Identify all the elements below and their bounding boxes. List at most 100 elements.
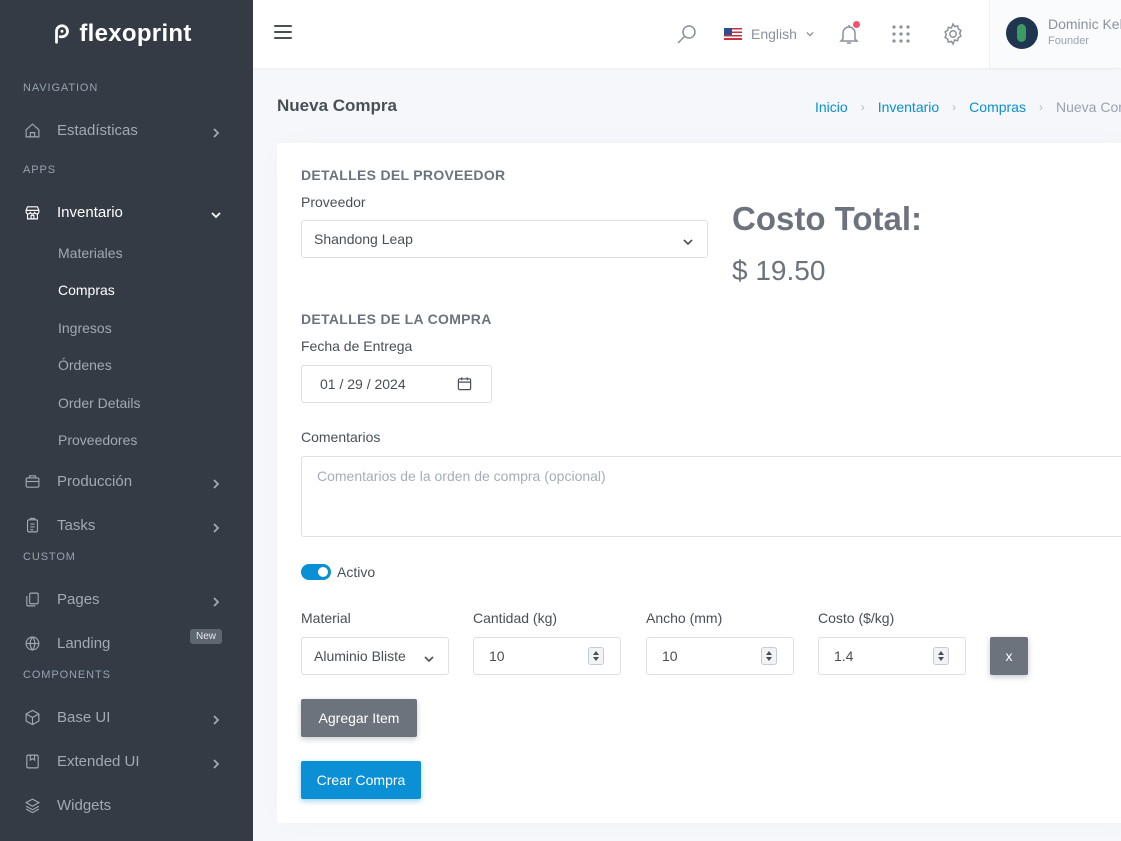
comments-textarea[interactable]: Comentarios de la orden de compra (opcio… [301, 456, 1121, 537]
calendar-icon[interactable] [457, 376, 472, 391]
cantidad-input[interactable]: 10 [473, 637, 621, 675]
chevron-down-icon [806, 31, 814, 37]
clipboard-icon [23, 516, 41, 534]
breadcrumb-compras[interactable]: Compras [969, 99, 1026, 115]
ancho-column-label: Ancho (mm) [646, 610, 723, 626]
purchase-form-card: DETALLES DEL PROVEEDOR Proveedor Shandon… [277, 143, 1121, 823]
us-flag-icon [724, 28, 742, 40]
cantidad-value: 10 [489, 648, 505, 664]
bell-icon[interactable] [837, 21, 861, 46]
comments-label: Comentarios [301, 429, 381, 445]
sidebar-subitem-materiales[interactable]: Materiales [0, 234, 253, 272]
sidebar: flexoprint NAVIGATION Estadísticas APPS … [0, 0, 253, 841]
sidebar-item-label: Base UI [57, 708, 111, 726]
remove-item-button[interactable]: x [990, 637, 1028, 675]
sidebar-item-tasks[interactable]: Tasks [0, 503, 253, 547]
logo-icon [55, 24, 70, 44]
search-icon[interactable] [675, 22, 699, 46]
sidebar-item-extended-ui[interactable]: Extended UI [0, 739, 253, 783]
chevron-down-icon [424, 651, 434, 663]
supplier-select[interactable]: Shandong Leap [301, 220, 708, 258]
ancho-input[interactable]: 10 [646, 637, 794, 675]
ancho-value: 10 [662, 648, 678, 664]
apps-grid-icon[interactable] [889, 22, 913, 46]
sidebar-item-estadisticas[interactable]: Estadísticas [0, 108, 253, 152]
sidebar-subitem-ingresos[interactable]: Ingresos [0, 309, 253, 347]
chevron-down-icon [683, 234, 693, 246]
create-purchase-button[interactable]: Crear Compra [301, 761, 421, 799]
language-selector[interactable]: English [724, 26, 814, 42]
sidebar-subitem-ordenes[interactable]: Órdenes [0, 347, 253, 385]
avatar [1006, 17, 1038, 49]
home-icon [23, 121, 41, 139]
costo-value: 1.4 [834, 648, 854, 664]
breadcrumb-inventario[interactable]: Inventario [878, 99, 939, 115]
chevron-right-icon [211, 712, 221, 725]
sidebar-item-landing[interactable]: Landing New [0, 621, 253, 665]
section-navigation: NAVIGATION [23, 82, 99, 94]
breadcrumb: Inicio › Inventario › Compras › Nueva Co… [815, 99, 1121, 115]
chevron-down-icon [211, 207, 221, 219]
section-custom: CUSTOM [23, 551, 76, 563]
sidebar-item-label: Pages [57, 590, 100, 608]
active-toggle[interactable] [301, 564, 331, 580]
costo-column-label: Costo ($/kg) [818, 610, 895, 626]
supplier-value: Shandong Leap [314, 231, 413, 247]
number-stepper[interactable] [588, 647, 604, 665]
sidebar-item-label: Inventario [57, 203, 123, 221]
section-apps: APPS [23, 164, 56, 176]
delivery-date-input[interactable]: 01 / 29 / 2024 [301, 365, 492, 403]
globe-icon [23, 634, 41, 652]
material-select[interactable]: Aluminio Blister [301, 637, 449, 675]
sidebar-item-label: Extended UI [57, 752, 140, 770]
user-role: Founder [1048, 35, 1089, 47]
language-label: English [751, 26, 797, 42]
brand-logo[interactable]: flexoprint [0, 0, 253, 68]
bookmark-icon [23, 752, 41, 770]
sidebar-item-inventario[interactable]: Inventario [0, 190, 253, 234]
brand-name: flexoprint [79, 20, 192, 47]
number-stepper[interactable] [761, 647, 777, 665]
chevron-right-icon [211, 125, 221, 138]
delivery-date-label: Fecha de Entrega [301, 338, 413, 354]
breadcrumb-current: Nueva Compra [1055, 99, 1121, 115]
sidebar-item-widgets[interactable]: Widgets [0, 783, 253, 827]
costo-input[interactable]: 1.4 [818, 637, 966, 675]
total-cost-value: $ 19.50 [732, 255, 826, 286]
briefcase-icon [23, 472, 41, 490]
user-menu[interactable]: Dominic Keller Founder [989, 0, 1121, 68]
sidebar-subitem-proveedores[interactable]: Proveedores [0, 422, 253, 460]
copy-icon [23, 590, 41, 608]
chevron-right-icon: › [860, 100, 865, 114]
breadcrumb-inicio[interactable]: Inicio [815, 99, 848, 115]
page-title: Nueva Compra [277, 96, 397, 115]
chevron-right-icon [211, 594, 221, 607]
supplier-label: Proveedor [301, 194, 366, 210]
add-item-button[interactable]: Agregar Item [301, 699, 417, 737]
sidebar-item-label: Widgets [57, 796, 112, 814]
sidebar-item-produccion[interactable]: Producción [0, 459, 253, 503]
layers-icon [23, 796, 41, 814]
chevron-right-icon: › [952, 100, 957, 114]
sidebar-item-label: Tasks [57, 516, 96, 534]
menu-toggle-icon[interactable] [274, 25, 292, 39]
sidebar-item-base-ui[interactable]: Base UI [0, 695, 253, 739]
purchase-section-title: DETALLES DE LA COMPRA [301, 311, 492, 327]
new-badge: New [189, 629, 222, 644]
gear-icon[interactable] [941, 22, 965, 46]
chevron-right-icon [211, 756, 221, 769]
material-value: Aluminio Blister [314, 648, 406, 664]
sidebar-item-pages[interactable]: Pages [0, 577, 253, 621]
total-cost-title: Costo Total: [732, 200, 923, 237]
user-name: Dominic Keller [1048, 16, 1121, 32]
sidebar-subitem-compras[interactable]: Compras [0, 272, 253, 310]
chevron-right-icon: › [1038, 100, 1043, 114]
store-icon [23, 203, 41, 221]
number-stepper[interactable] [933, 647, 949, 665]
package-icon [23, 708, 41, 726]
cantidad-column-label: Cantidad (kg) [473, 610, 558, 626]
sidebar-subitem-order-details[interactable]: Order Details [0, 384, 253, 422]
notification-dot [853, 21, 860, 28]
sidebar-item-label: Estadísticas [57, 121, 138, 139]
topbar: English Dominic Keller Founder [253, 0, 1121, 68]
